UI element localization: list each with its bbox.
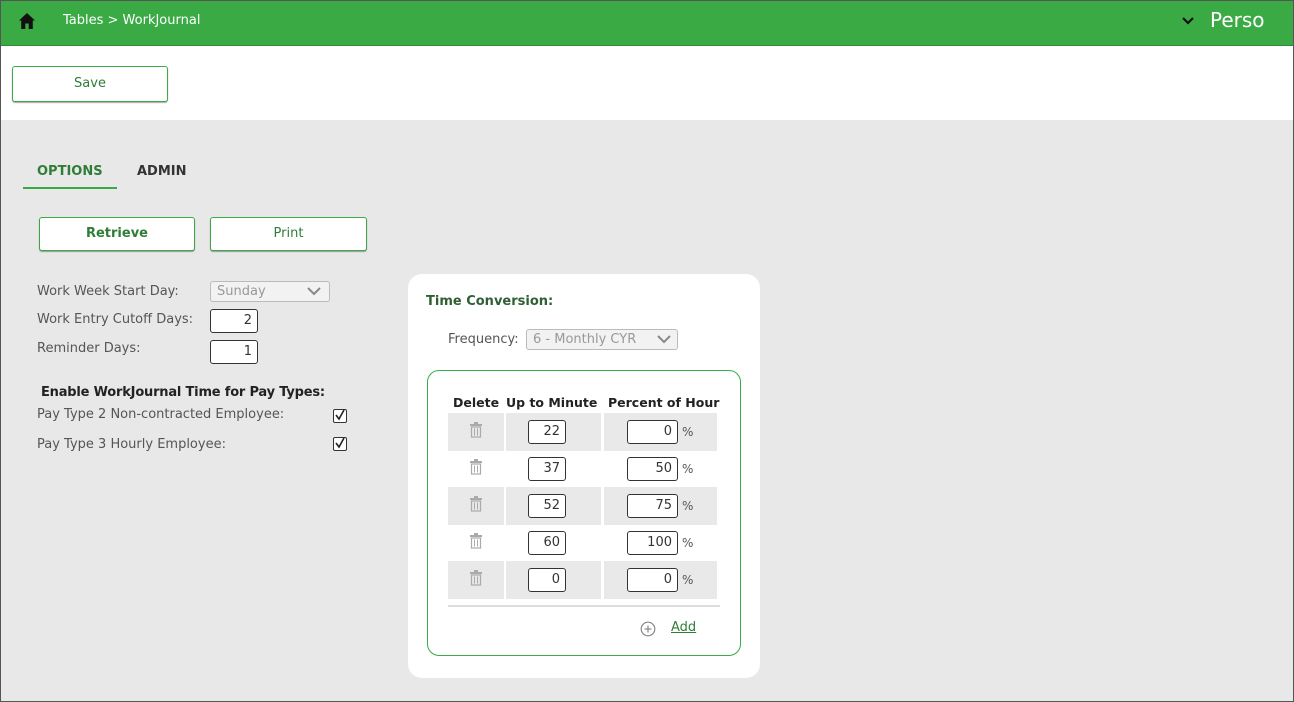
pay-type-2-label: Pay Type 2 Non-contracted Employee: xyxy=(37,407,285,422)
frequency-value: 6 - Monthly CYR xyxy=(533,332,637,347)
percent-of-hour-input[interactable]: 100 xyxy=(627,531,678,555)
up-to-minute-input[interactable]: 0 xyxy=(528,568,566,592)
time-conversion-table: Delete Up to Minute Percent of Hour 22 0… xyxy=(427,370,741,656)
save-button[interactable]: Save xyxy=(12,66,168,102)
reminder-days-input[interactable]: 1 xyxy=(210,340,258,364)
frequency-label: Frequency: xyxy=(448,332,519,347)
table-divider xyxy=(448,605,720,607)
print-button[interactable]: Print xyxy=(210,217,367,251)
trash-icon[interactable] xyxy=(469,570,483,586)
trash-icon[interactable] xyxy=(469,533,483,549)
trash-icon[interactable] xyxy=(469,459,483,475)
add-circle-icon[interactable] xyxy=(640,621,656,637)
work-week-start-day-select[interactable]: Sunday xyxy=(210,281,330,302)
trash-icon[interactable] xyxy=(469,496,483,512)
up-to-minute-input[interactable]: 60 xyxy=(528,531,566,555)
time-conversion-panel: Time Conversion: Frequency: 6 - Monthly … xyxy=(408,274,760,678)
frequency-select[interactable]: 6 - Monthly CYR xyxy=(526,329,678,350)
home-icon[interactable] xyxy=(18,12,36,30)
time-conversion-title: Time Conversion: xyxy=(426,294,554,309)
retrieve-button[interactable]: Retrieve xyxy=(39,217,195,251)
app-frame: Tables > WorkJournal Perso Save OPTIONS … xyxy=(0,0,1294,702)
tab-admin[interactable]: ADMIN xyxy=(137,164,187,179)
up-to-minute-input[interactable]: 37 xyxy=(528,457,566,481)
breadcrumb: Tables > WorkJournal xyxy=(63,13,201,28)
toolbar: Save xyxy=(1,46,1293,120)
work-week-start-day-label: Work Week Start Day: xyxy=(37,284,179,299)
pay-type-2-checkbox[interactable] xyxy=(333,409,347,423)
up-to-minute-input[interactable]: 22 xyxy=(528,420,566,444)
checkmark-icon xyxy=(335,409,345,421)
active-tab-indicator xyxy=(23,187,117,189)
percent-symbol: % xyxy=(682,425,694,439)
percent-symbol: % xyxy=(682,573,694,587)
percent-of-hour-input[interactable]: 50 xyxy=(627,457,678,481)
work-entry-cutoff-days-input[interactable]: 2 xyxy=(210,309,258,333)
pay-type-3-checkbox[interactable] xyxy=(333,437,347,451)
col-header-percent-of-hour: Percent of Hour xyxy=(608,395,720,410)
work-week-start-day-value: Sunday xyxy=(217,284,266,299)
percent-of-hour-input[interactable]: 75 xyxy=(627,494,678,518)
add-row-link[interactable]: Add xyxy=(671,620,696,635)
percent-of-hour-input[interactable]: 0 xyxy=(627,568,678,592)
percent-symbol: % xyxy=(682,462,694,476)
percent-symbol: % xyxy=(682,499,694,513)
percent-symbol: % xyxy=(682,536,694,550)
trash-icon[interactable] xyxy=(469,422,483,438)
up-to-minute-input[interactable]: 52 xyxy=(528,494,566,518)
pay-type-3-label: Pay Type 3 Hourly Employee: xyxy=(37,437,226,452)
work-entry-cutoff-days-label: Work Entry Cutoff Days: xyxy=(37,312,194,327)
col-header-delete: Delete xyxy=(453,395,500,410)
chevron-down-icon xyxy=(657,335,671,344)
checkmark-icon xyxy=(335,437,345,449)
pay-types-heading: Enable WorkJournal Time for Pay Types: xyxy=(41,385,325,400)
chevron-down-icon xyxy=(307,287,321,296)
reminder-days-label: Reminder Days: xyxy=(37,341,141,356)
col-header-up-to-minute: Up to Minute xyxy=(506,395,598,410)
module-title[interactable]: Perso xyxy=(1210,8,1265,32)
chevron-down-icon[interactable] xyxy=(1181,15,1195,27)
top-bar: Tables > WorkJournal Perso xyxy=(1,1,1293,46)
percent-of-hour-input[interactable]: 0 xyxy=(627,420,678,444)
tab-options[interactable]: OPTIONS xyxy=(37,164,103,179)
